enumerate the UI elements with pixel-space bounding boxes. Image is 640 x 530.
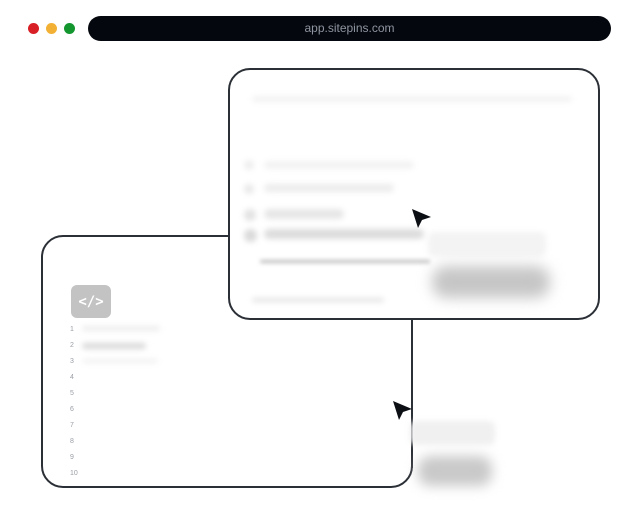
line-number: 8 (70, 438, 74, 445)
code-line-placeholder (82, 343, 146, 349)
list-item-placeholder (244, 209, 256, 221)
line-number: 10 (70, 470, 78, 477)
code-line-placeholder (82, 326, 160, 331)
address-bar-url: app.sitepins.com (304, 21, 395, 35)
line-number: 7 (70, 422, 74, 429)
line-number: 5 (70, 390, 74, 397)
list-item-placeholder (264, 209, 344, 219)
ghost-button-placeholder (418, 456, 492, 486)
code-icon-tile[interactable]: </> (71, 285, 111, 318)
list-item-placeholder (244, 184, 254, 194)
list-item-placeholder (244, 160, 254, 170)
ghost-button-placeholder (432, 266, 550, 298)
list-item-placeholder (264, 161, 414, 169)
window-minimize-dot[interactable] (46, 23, 57, 34)
list-item-placeholder (264, 229, 424, 239)
line-number: 9 (70, 454, 74, 461)
ghost-input-placeholder (428, 232, 546, 256)
mouse-pointer-icon (393, 401, 412, 420)
window-close-dot[interactable] (28, 23, 39, 34)
window-maximize-dot[interactable] (64, 23, 75, 34)
ghost-input-placeholder (410, 421, 495, 445)
divider-placeholder (260, 260, 430, 263)
line-number: 4 (70, 374, 74, 381)
line-number: 6 (70, 406, 74, 413)
code-brackets-icon: </> (78, 293, 104, 310)
list-item-placeholder (264, 184, 394, 192)
footer-line-placeholder (252, 298, 384, 302)
mouse-pointer-icon (412, 209, 431, 228)
list-item-placeholder (244, 229, 257, 242)
code-line-placeholder (82, 359, 158, 363)
toolbar-placeholder (252, 96, 572, 102)
address-bar[interactable]: app.sitepins.com (88, 16, 611, 41)
